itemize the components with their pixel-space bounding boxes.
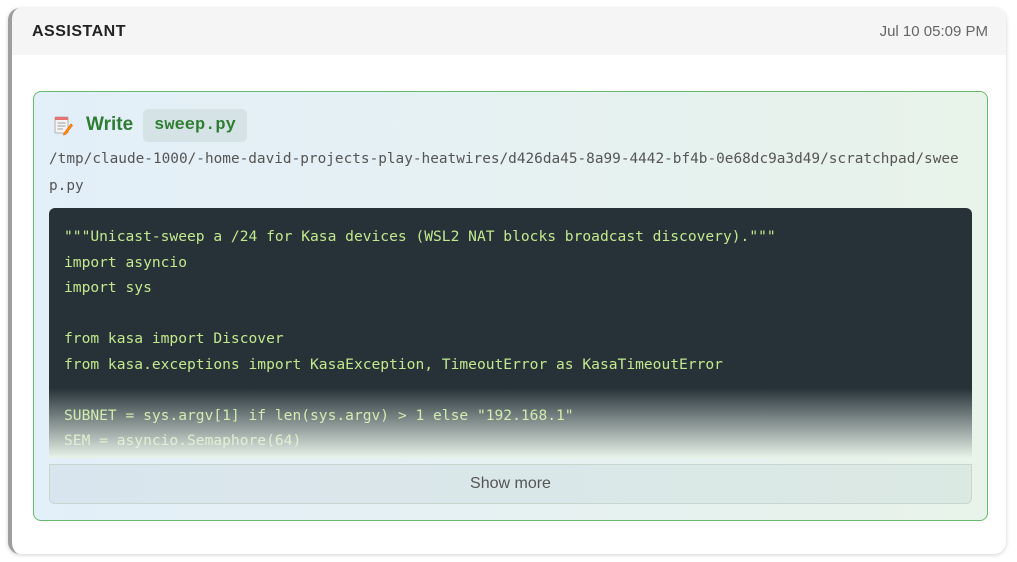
code-content: """Unicast-sweep a /24 for Kasa devices … [64, 228, 776, 449]
show-more-button[interactable]: Show more [49, 464, 972, 504]
assistant-message-card: ASSISTANT Jul 10 05:09 PM Write sweep.py… [8, 8, 1006, 554]
tool-call-panel: Write sweep.py /tmp/claude-1000/-home-da… [33, 91, 988, 521]
code-preview: """Unicast-sweep a /24 for Kasa devices … [49, 208, 972, 458]
memo-icon [53, 114, 73, 136]
tool-name: Write [86, 114, 134, 135]
filename-chip: sweep.py [143, 108, 247, 142]
role-label: ASSISTANT [32, 22, 126, 40]
tool-call-title: Write sweep.py [53, 107, 247, 143]
message-timestamp: Jul 10 05:09 PM [879, 23, 988, 40]
message-header: ASSISTANT Jul 10 05:09 PM [12, 8, 1006, 55]
file-path: /tmp/claude-1000/-home-david-projects-pl… [49, 151, 959, 194]
